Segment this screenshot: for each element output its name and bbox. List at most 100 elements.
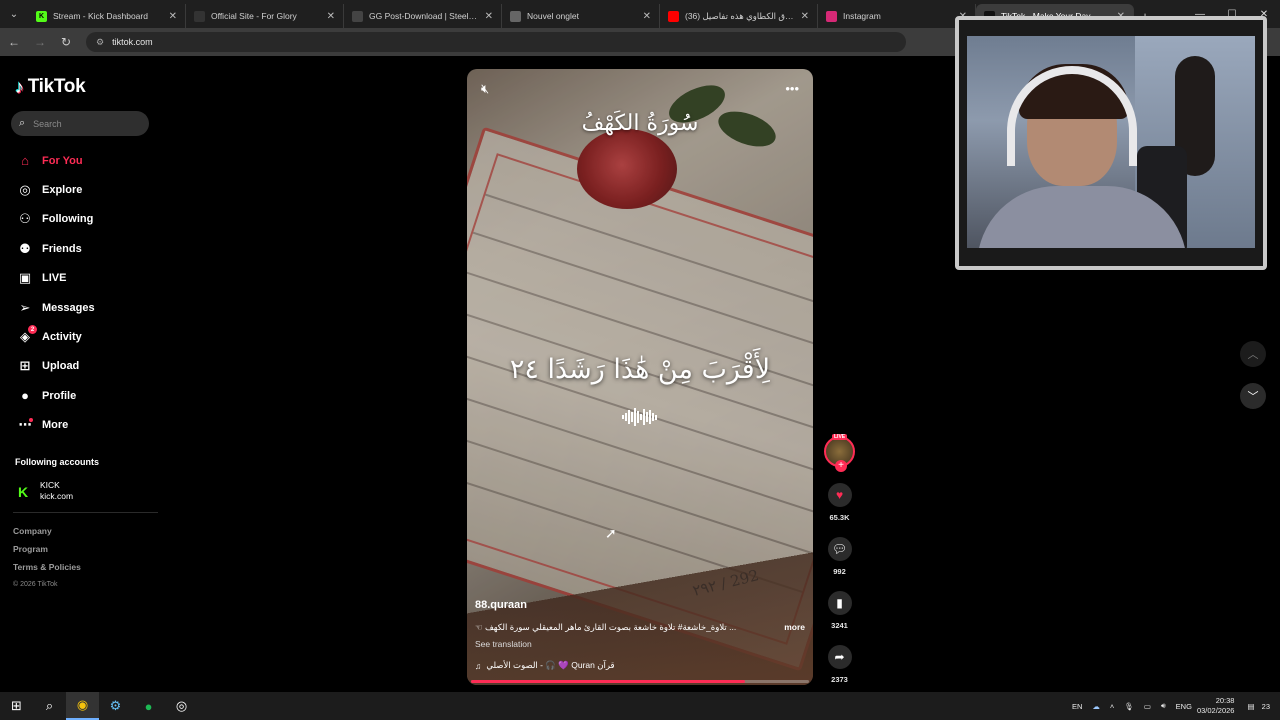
video-navigation: ︿ ﹀ (1240, 341, 1266, 425)
save-count: 3241 (831, 621, 848, 630)
footer-links: Company Program Terms & Policies © 2026 … (13, 522, 81, 594)
reload-button[interactable]: ↻ (54, 30, 78, 54)
kick-logo-icon: K (18, 484, 29, 500)
save-button[interactable]: ▮ (827, 591, 852, 615)
browser-tab[interactable]: (36) طارق الكطاوي هذه تفاصيل ✕ (660, 4, 818, 28)
volume-icon[interactable]: 🔊︎ (1161, 701, 1166, 711)
next-video-button[interactable]: ﹀ (1240, 383, 1266, 409)
tab-search-button[interactable]: ⌄ (0, 0, 28, 28)
sidebar-item-label: More (42, 419, 69, 432)
network-icon[interactable]: ▭ (1144, 702, 1151, 711)
steam-icon[interactable]: ⚙ (99, 692, 132, 720)
creator-avatar[interactable]: LIVE + (824, 434, 855, 472)
action-column: LIVE + ♥ 65.3K 💬︎ 992 ▮ 3241 ➦ 2373 (822, 434, 857, 684)
clock[interactable]: 20:38 03/02/2026 (1197, 696, 1235, 716)
verse-caption: لِأَقْرَبَ مِنْ هَٰذَا رَشَدًا ٢٤ (509, 354, 771, 385)
close-tab-icon[interactable]: ✕ (801, 11, 809, 22)
spotify-icon[interactable]: ● (132, 692, 165, 720)
tiktok-note-icon: ♪ (15, 76, 24, 97)
microphone-icon[interactable]: 🎙︎ (1124, 702, 1134, 711)
browser-tab[interactable]: Nouvel onglet ✕ (502, 4, 660, 28)
search-input[interactable]: ⌕ Search (11, 111, 149, 136)
progress-fill (471, 680, 745, 683)
divider (13, 512, 158, 513)
tab-title: Stream - Kick Dashboard (53, 11, 148, 21)
tray-chevron-icon[interactable]: ˄ (1110, 702, 1114, 711)
obs-icon[interactable]: ◎ (165, 692, 198, 720)
keyboard-language[interactable]: ENG (1176, 702, 1192, 711)
sidebar-item-following[interactable]: ⚇ Following (16, 205, 156, 234)
chrome-icon[interactable]: ◉ (66, 692, 99, 720)
onedrive-icon[interactable]: ☁ (1092, 702, 1100, 711)
sidebar-item-label: Friends (42, 242, 82, 255)
sidebar-item-label: Messages (42, 301, 95, 314)
video-player[interactable]: 🔇︎ ••• سُورَةُ الكَهْفُ لِأَقْرَبَ مِنْ … (467, 69, 813, 685)
footer-link-program[interactable]: Program (13, 540, 81, 558)
tiktok-logo[interactable]: ♪ TikTok (15, 76, 86, 98)
follow-plus-icon[interactable]: + (835, 460, 847, 472)
close-tab-icon[interactable]: ✕ (485, 11, 493, 22)
sidebar-item-profile[interactable]: ● Profile (16, 381, 156, 410)
browser-tab[interactable]: Official Site - For Glory ✕ (186, 4, 344, 28)
site-info-icon[interactable]: ⚙ (96, 37, 104, 48)
sidebar-item-live[interactable]: ▣ LIVE (16, 264, 156, 293)
video-author[interactable]: 88.quraan (475, 599, 527, 611)
browser-tab[interactable]: Instagram✕ (818, 4, 976, 28)
webcam-feed (967, 36, 1255, 248)
brand-name: TikTok (27, 76, 86, 97)
browser-tab[interactable]: K Stream - Kick Dashboard ✕ (28, 4, 186, 28)
forward-button[interactable]: → (28, 30, 52, 54)
more-options-icon[interactable]: ••• (785, 81, 799, 97)
sidebar-item-more[interactable]: ⋯ More (16, 411, 156, 440)
search-taskbar-icon[interactable]: ⌕ (33, 692, 66, 720)
following-accounts-heading: Following accounts (15, 457, 100, 467)
sidebar-item-label: Activity (42, 331, 82, 344)
tab-favicon-icon (510, 10, 521, 22)
more-button[interactable]: more (784, 622, 805, 633)
comment-icon: 💬︎ (831, 542, 848, 556)
music-info[interactable]: ♫ الصوت الأصلي - 🎧 💜 Quran قرآن (475, 660, 615, 671)
sidebar-item-activity[interactable]: ◈ 2 Activity (16, 322, 156, 351)
mouse-cursor-icon: ➚ (605, 525, 617, 541)
sidebar-item-friends[interactable]: ⚉ Friends (16, 234, 156, 263)
sidebar-item-upload[interactable]: ⊞ Upload (16, 352, 156, 381)
tab-title: GG Post-Download | SteelSeries (369, 11, 481, 21)
footer-link-company[interactable]: Company (13, 522, 81, 540)
activity-badge: 2 (28, 325, 37, 335)
previous-video-button[interactable]: ︿ (1240, 341, 1266, 367)
sidebar-item-messages[interactable]: ➢ Messages (16, 293, 156, 322)
see-translation-link[interactable]: See translation (475, 639, 532, 649)
input-language-short[interactable]: EN (1072, 702, 1082, 711)
account-handle: kick.com (40, 491, 74, 501)
share-icon: ➦ (834, 650, 845, 664)
address-bar[interactable]: ⚙ tiktok.com (86, 32, 906, 52)
tab-favicon-icon: K (36, 10, 47, 22)
sidebar-item-label: Following (42, 213, 94, 226)
live-badge: LIVE (832, 434, 848, 440)
sidebar-nav: ⌂ For You ◎ Explore ⚇ Following ⚉ Friends ▣ LIVE ➢… (16, 146, 156, 440)
notification-count: 23 (1261, 701, 1270, 711)
sidebar-item-explore[interactable]: ◎ Explore (16, 175, 156, 204)
video-progress-bar[interactable] (471, 680, 809, 683)
video-description: ☜ تلاوة_خاشعة# تلاوة خاشعة بصوت القارئ م… (475, 622, 805, 633)
close-tab-icon[interactable]: ✕ (169, 11, 177, 22)
clock-date: 03/02/2026 (1196, 706, 1235, 715)
comment-button[interactable]: 💬︎ (827, 537, 852, 561)
windows-start-icon[interactable]: ⊞ (0, 692, 33, 720)
chevron-down-icon: ﹀ (1247, 391, 1259, 403)
share-button[interactable]: ➦ (827, 645, 852, 669)
close-tab-icon[interactable]: ✕ (327, 11, 335, 22)
notification-icon[interactable]: ▤ 23 (1247, 702, 1275, 711)
like-button[interactable]: ♥ (827, 483, 852, 507)
footer-link-terms[interactable]: Terms & Policies (13, 558, 81, 576)
browser-tab[interactable]: GG Post-Download | SteelSeries ✕ (344, 4, 502, 28)
copyright: © 2026 TikTok (13, 581, 58, 588)
compass-icon: ◎ (19, 182, 31, 198)
back-button[interactable]: ← (2, 30, 26, 54)
close-tab-icon[interactable]: ✕ (643, 11, 651, 22)
sidebar-item-for-you[interactable]: ⌂ For You (16, 146, 156, 175)
search-icon: ⌕ (19, 117, 26, 129)
muted-volume-icon[interactable]: 🔇︎ (481, 81, 489, 97)
following-icon: ⚇ (19, 211, 31, 227)
following-account-kick[interactable]: K KICK kick.com (18, 480, 73, 502)
